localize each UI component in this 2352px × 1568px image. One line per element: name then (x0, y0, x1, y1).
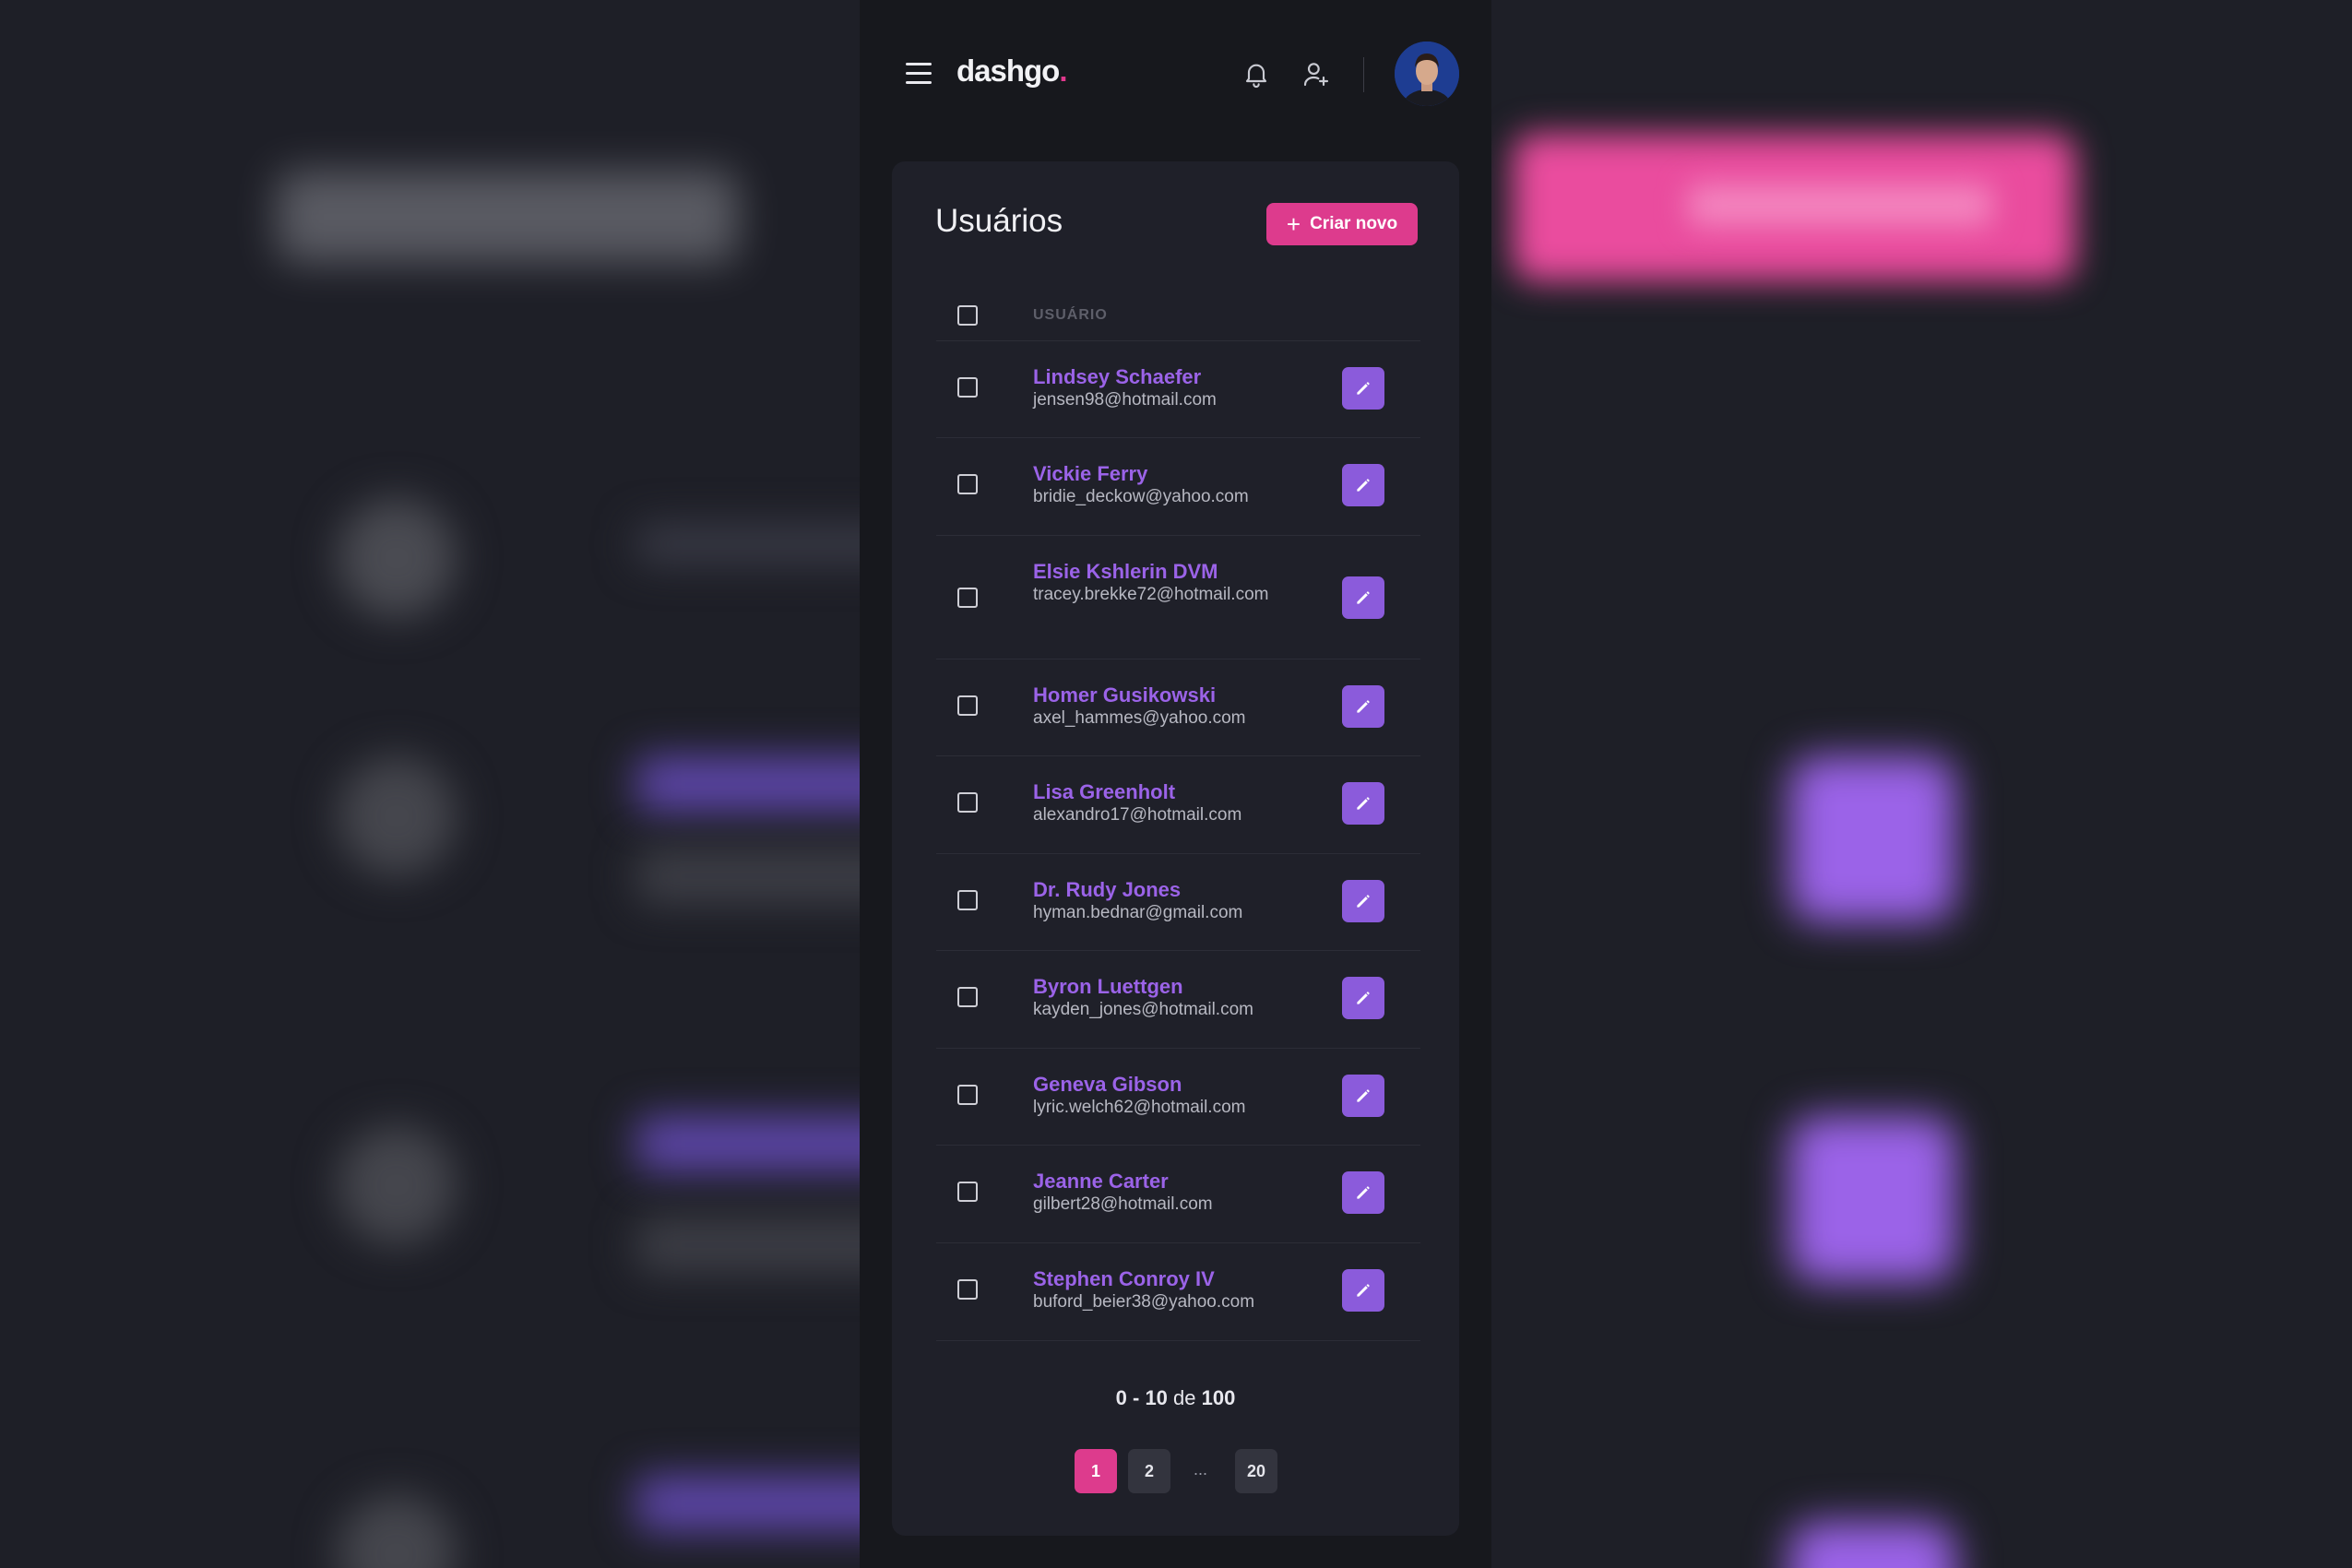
header-divider (1363, 57, 1364, 92)
edit-button[interactable] (1342, 367, 1384, 410)
table-row: Dr. Rudy Jones hyman.bednar@gmail.com (936, 854, 1420, 951)
pagination: 1 2 ... 20 (892, 1449, 1459, 1493)
pencil-icon (1354, 989, 1372, 1007)
user-email: gilbert28@hotmail.com (1033, 1194, 1213, 1214)
user-email: lyric.welch62@hotmail.com (1033, 1098, 1246, 1117)
user-name[interactable]: Vickie Ferry (1033, 462, 1147, 486)
user-email: jensen98@hotmail.com (1033, 390, 1217, 410)
row-checkbox[interactable] (957, 792, 978, 813)
logo[interactable]: dashgo. (956, 53, 1068, 89)
edit-button[interactable] (1342, 880, 1384, 922)
table-row: Byron Luettgen kayden_jones@hotmail.com (936, 951, 1420, 1049)
user-email: kayden_jones@hotmail.com (1033, 1000, 1253, 1019)
blurred-edit-button (1789, 1522, 1955, 1568)
user-name[interactable]: Elsie Kshlerin DVM (1033, 560, 1218, 584)
user-name[interactable]: Homer Gusikowski (1033, 683, 1216, 707)
row-checkbox[interactable] (957, 1182, 978, 1202)
pencil-icon (1354, 1183, 1372, 1202)
blurred-edit-button (1789, 1116, 1955, 1282)
user-name[interactable]: Lindsey Schaefer (1033, 365, 1201, 389)
row-checkbox[interactable] (957, 377, 978, 398)
hamburger-icon[interactable] (906, 63, 932, 85)
blurred-shape (337, 1494, 457, 1568)
plus-icon: + (1286, 210, 1301, 238)
edit-button[interactable] (1342, 464, 1384, 506)
row-checkbox[interactable] (957, 1085, 978, 1105)
blurred-edit-button (1789, 756, 1955, 922)
table-row: Elsie Kshlerin DVM tracey.brekke72@hotmai… (936, 536, 1420, 659)
pencil-icon (1354, 1281, 1372, 1300)
edit-button[interactable] (1342, 1075, 1384, 1117)
mobile-viewport: dashgo. Usuários + Criar novo USUÁRIO Li… (860, 0, 1491, 1568)
user-name[interactable]: Jeanne Carter (1033, 1170, 1169, 1194)
row-checkbox[interactable] (957, 695, 978, 716)
user-email: alexandro17@hotmail.com (1033, 805, 1242, 825)
create-new-label: Criar novo (1310, 214, 1398, 233)
edit-button[interactable] (1342, 977, 1384, 1019)
column-header-user: USUÁRIO (1033, 307, 1108, 323)
row-checkbox[interactable] (957, 588, 978, 608)
edit-button[interactable] (1342, 782, 1384, 825)
table-row: Stephen Conroy IV buford_beier38@yahoo.co… (936, 1243, 1420, 1341)
pagination-summary: 0 - 10 de 100 (1115, 1386, 1236, 1409)
user-name[interactable]: Dr. Rudy Jones (1033, 878, 1181, 902)
pencil-icon (1354, 1087, 1372, 1105)
edit-button[interactable] (1342, 1171, 1384, 1214)
blurred-title (277, 171, 738, 263)
blurred-shape (337, 1125, 457, 1245)
user-name[interactable]: Byron Luettgen (1033, 975, 1183, 999)
user-email: tracey.brekke72@hotmail.com (1033, 585, 1269, 604)
select-all-checkbox[interactable] (957, 305, 978, 326)
page-button-20[interactable]: 20 (1235, 1449, 1277, 1493)
user-email: hyman.bednar@gmail.com (1033, 903, 1243, 922)
page-button-2[interactable]: 2 (1128, 1449, 1170, 1493)
edit-button[interactable] (1342, 576, 1384, 619)
create-new-button[interactable]: + Criar novo (1266, 203, 1418, 245)
user-email: axel_hammes@yahoo.com (1033, 708, 1246, 728)
users-table-body: Lindsey Schaefer jensen98@hotmail.com Vick… (936, 341, 1420, 1341)
user-plus-icon[interactable] (1301, 59, 1331, 89)
table-row: Lindsey Schaefer jensen98@hotmail.com (936, 341, 1420, 438)
blurred-shape (337, 756, 457, 876)
users-card: Usuários + Criar novo USUÁRIO Lindsey Sc… (892, 161, 1459, 1536)
pencil-icon (1354, 892, 1372, 910)
pencil-icon (1354, 697, 1372, 716)
edit-button[interactable] (1342, 1269, 1384, 1312)
row-checkbox[interactable] (957, 890, 978, 910)
user-name[interactable]: Lisa Greenholt (1033, 780, 1175, 804)
pencil-icon (1354, 794, 1372, 813)
bell-icon[interactable] (1241, 59, 1271, 89)
table-row: Lisa Greenholt alexandro17@hotmail.com (936, 756, 1420, 854)
table-row: Geneva Gibson lyric.welch62@hotmail.com (936, 1049, 1420, 1146)
page-button-1[interactable]: 1 (1075, 1449, 1117, 1493)
app-header: dashgo. (860, 0, 1491, 152)
row-checkbox[interactable] (957, 474, 978, 494)
user-name[interactable]: Geneva Gibson (1033, 1073, 1182, 1097)
table-header: USUÁRIO (936, 291, 1420, 341)
blurred-create-button-label (1688, 184, 1992, 226)
table-row: Homer Gusikowski axel_hammes@yahoo.com (936, 659, 1420, 756)
user-email: bridie_deckow@yahoo.com (1033, 487, 1249, 506)
avatar[interactable] (1395, 42, 1459, 106)
user-email: buford_beier38@yahoo.com (1033, 1292, 1255, 1312)
row-checkbox[interactable] (957, 1279, 978, 1300)
user-name[interactable]: Stephen Conroy IV (1033, 1267, 1215, 1291)
pagination-ellipsis: ... (1194, 1460, 1208, 1479)
page-title: Usuários (935, 203, 1063, 239)
table-row: Jeanne Carter gilbert28@hotmail.com (936, 1146, 1420, 1243)
pencil-icon (1354, 476, 1372, 494)
blurred-shape (337, 498, 457, 618)
edit-button[interactable] (1342, 685, 1384, 728)
pencil-icon (1354, 379, 1372, 398)
table-row: Vickie Ferry bridie_deckow@yahoo.com (936, 438, 1420, 536)
row-checkbox[interactable] (957, 987, 978, 1007)
pencil-icon (1354, 588, 1372, 607)
